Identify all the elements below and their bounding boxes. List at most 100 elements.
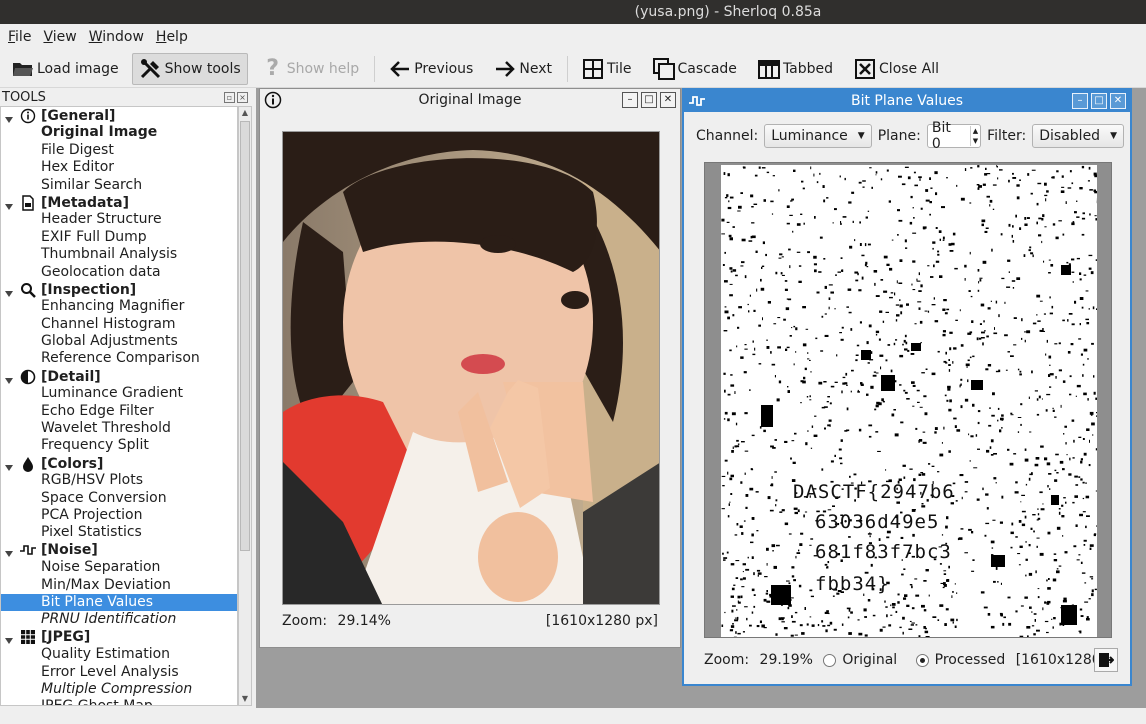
hidden-text-line: DASCTF{2947b6 [793,481,955,503]
tabbed-button[interactable]: Tabbed [750,53,840,85]
bit-plane-window: Bit Plane Values – □ ✕ Channel: Luminanc… [682,88,1132,686]
tree-item[interactable]: Luminance Gradient [1,385,237,402]
tree-item[interactable]: File Digest [1,142,237,159]
tree-category-label: [General] [41,107,116,124]
show-help-button[interactable]: ? Show help [254,53,367,85]
load-image-button[interactable]: Load image [4,53,126,85]
tree-item[interactable]: Error Level Analysis [1,664,237,681]
menu-window[interactable]: Window [83,29,150,45]
contrast-icon [19,369,37,385]
close-all-button[interactable]: Close All [846,53,946,85]
tile-icon [581,57,605,81]
dock-close-icon[interactable]: × [237,91,248,103]
show-tools-button[interactable]: Show tools [131,52,248,85]
scroll-up-icon[interactable]: ▲ [239,107,251,119]
spin-up-icon[interactable]: ▲ [973,126,978,136]
tree-category[interactable]: [Colors] [1,455,237,472]
menu-view[interactable]: View [37,29,82,45]
tree-item[interactable]: Wavelet Threshold [1,420,237,437]
tree-item[interactable]: Channel Histogram [1,316,237,333]
channel-select[interactable]: Luminance ▼ [764,124,872,148]
window-title-bar: (yusa.png) - Sherloq 0.85a [0,0,1146,24]
minimize-button[interactable]: – [622,92,638,108]
hidden-text-line: fbb34} [815,573,890,595]
minimize-button[interactable]: – [1072,93,1088,109]
spin-down-icon[interactable]: ▼ [973,136,978,146]
show-help-label: Show help [286,60,360,77]
expand-arrow-icon[interactable] [5,633,13,645]
tree-item[interactable]: Echo Edge Filter [1,403,237,420]
original-size: [1610x1280 px] [545,613,658,629]
bit-plane-titlebar[interactable]: Bit Plane Values – □ ✕ [684,90,1130,112]
menu-help[interactable]: Help [150,29,194,45]
selfie-photo [283,132,659,604]
signal-icon [19,543,37,557]
processed-radio[interactable] [915,653,929,667]
tree-item[interactable]: PRNU Identification [1,611,237,628]
tree-item[interactable]: Noise Separation [1,559,237,576]
tree-item[interactable]: Geolocation data [1,264,237,281]
scroll-thumb[interactable] [240,121,250,551]
tree-item[interactable]: Similar Search [1,177,237,194]
maximize-button[interactable]: □ [1091,93,1107,109]
tree-item[interactable]: PCA Projection [1,507,237,524]
dock-float-icon[interactable]: ▫ [224,91,235,103]
tree-item[interactable]: Thumbnail Analysis [1,246,237,263]
cascade-icon [652,57,676,81]
expand-arrow-icon[interactable] [5,286,13,297]
original-radio[interactable] [823,653,837,667]
tree-item[interactable]: Header Structure [1,211,237,228]
scroll-down-icon[interactable]: ▼ [239,693,251,705]
next-button[interactable]: Next [486,53,559,85]
tree-category[interactable]: [Inspection] [1,281,237,298]
close-button[interactable]: ✕ [1110,93,1126,109]
maximize-button[interactable]: □ [641,92,657,108]
tree-item[interactable]: Hex Editor [1,159,237,176]
expand-arrow-icon[interactable] [5,199,13,210]
tree-item[interactable]: RGB/HSV Plots [1,472,237,489]
tools-scrollbar[interactable]: ▲ ▼ [238,106,252,706]
tree-item[interactable]: Original Image [1,124,237,141]
filter-select[interactable]: Disabled ▼ [1032,124,1124,148]
tree-item[interactable]: Bit Plane Values [1,593,237,612]
tile-button[interactable]: Tile [574,53,639,85]
expand-arrow-icon[interactable] [5,546,13,558]
tree-item[interactable]: Reference Comparison [1,350,237,367]
tree-item[interactable]: Multiple Compression [1,681,237,698]
tree-item[interactable]: JPEG Ghost Map [1,698,237,705]
cascade-label: Cascade [677,60,737,77]
expand-arrow-icon[interactable] [5,460,13,471]
chevron-down-icon: ▼ [857,131,865,141]
original-radio-label: Original [842,652,898,668]
tree-category[interactable]: [Detail] [1,368,237,385]
show-tools-label: Show tools [164,60,241,77]
tree-item[interactable]: Min/Max Deviation [1,577,237,594]
tree-item[interactable]: Enhancing Magnifier [1,298,237,315]
tree-item[interactable]: EXIF Full Dump [1,229,237,246]
bit-plane-view[interactable]: DASCTF{2947b6 63036d49e5 681f83f7bc3 fbb… [704,162,1112,638]
close-button[interactable]: ✕ [660,92,676,108]
tree-category[interactable]: [Metadata] [1,194,237,211]
plane-spinbox[interactable]: Bit 0 ▲ ▼ [926,120,982,152]
tree-category[interactable]: [General] [1,107,237,124]
expand-arrow-icon[interactable] [5,373,13,384]
tabbed-label: Tabbed [782,60,834,77]
cascade-button[interactable]: Cascade [645,53,744,85]
tree-item[interactable]: Frequency Split [1,437,237,454]
tree-item[interactable]: Quality Estimation [1,646,237,663]
zoom-label: Zoom: [704,652,750,668]
tree-category[interactable]: [JPEG] [1,629,237,646]
zoom-label: Zoom: [282,613,328,629]
original-image-view[interactable] [282,131,660,605]
tree-item[interactable]: Space Conversion [1,490,237,507]
previous-button[interactable]: Previous [381,53,480,85]
zoom-value: 29.14% [337,613,391,629]
export-button[interactable] [1094,648,1118,672]
tree-item[interactable]: Pixel Statistics [1,524,237,541]
plane-value: Bit 0 [931,120,951,152]
menu-file[interactable]: File [2,29,37,45]
expand-arrow-icon[interactable] [5,112,13,123]
tree-item[interactable]: Global Adjustments [1,333,237,350]
tree-category[interactable]: [Noise] [1,542,237,559]
original-image-titlebar[interactable]: Original Image – □ ✕ [260,89,680,111]
